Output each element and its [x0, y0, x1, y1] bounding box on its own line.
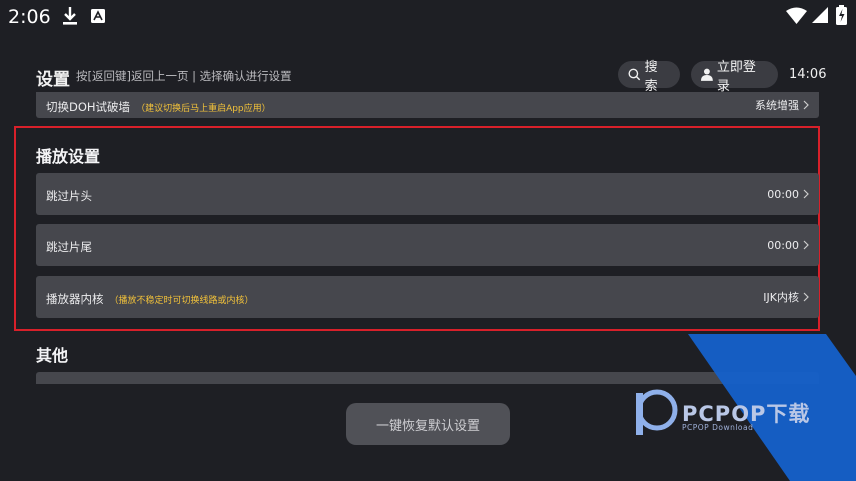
section-title-other: 其他 [36, 346, 69, 365]
status-clock: 2:06 [8, 6, 51, 28]
setting-row-player-core[interactable]: 播放器内核 （播放不稳定时可切换线路或内核） IJK内核 [36, 276, 819, 318]
header-clock: 14:06 [789, 67, 827, 82]
chevron-right-icon [803, 100, 809, 110]
chevron-right-icon [803, 292, 809, 302]
search-icon [628, 68, 641, 81]
battery-charging-icon [836, 5, 847, 25]
reset-defaults-button[interactable]: 一键恢复默认设置 [346, 403, 510, 445]
wifi-icon [786, 7, 807, 24]
chevron-right-icon [803, 189, 809, 199]
doh-setting-note: （建议切换后马上重启App应用） [136, 103, 271, 114]
app-notification-icon [91, 9, 105, 23]
page-title: 设置 [36, 70, 70, 90]
setting-label: 跳过片头 [46, 188, 92, 203]
doh-setting-label: 切换DOH试破墙 [46, 99, 131, 114]
login-button[interactable]: 立即登录 [691, 60, 778, 94]
setting-row-skip-outro[interactable]: 跳过片尾 00:00 [36, 224, 819, 266]
status-bar: 2:06 [0, 0, 856, 34]
search-button[interactable]: 搜索 [618, 60, 680, 94]
page-hint: 按[返回键]返回上一页 | 选择确认进行设置 [76, 69, 292, 83]
watermark-subtitle: PCPOP Download [682, 423, 754, 432]
setting-value: 00:00 [767, 238, 799, 252]
setting-label: 播放器内核 [46, 291, 104, 306]
section-title-playback: 播放设置 [36, 147, 101, 166]
setting-note: （播放不稳定时可切换线路或内核） [109, 295, 254, 306]
signal-icon [812, 7, 828, 23]
doh-setting-row[interactable]: 切换DOH试破墙 （建议切换后马上重启App应用） 系统增强 [36, 92, 819, 118]
setting-row-other-partial[interactable] [36, 372, 819, 384]
setting-value: IJK内核 [763, 291, 799, 304]
login-label: 立即登录 [716, 59, 756, 94]
setting-value: 00:00 [767, 187, 799, 201]
setting-row-skip-intro[interactable]: 跳过片头 00:00 [36, 173, 819, 215]
setting-label: 跳过片尾 [46, 239, 92, 254]
user-icon [701, 68, 713, 81]
doh-setting-value: 系统增强 [755, 99, 799, 112]
search-label: 搜索 [644, 59, 658, 94]
download-icon [63, 7, 77, 25]
chevron-right-icon [803, 240, 809, 250]
